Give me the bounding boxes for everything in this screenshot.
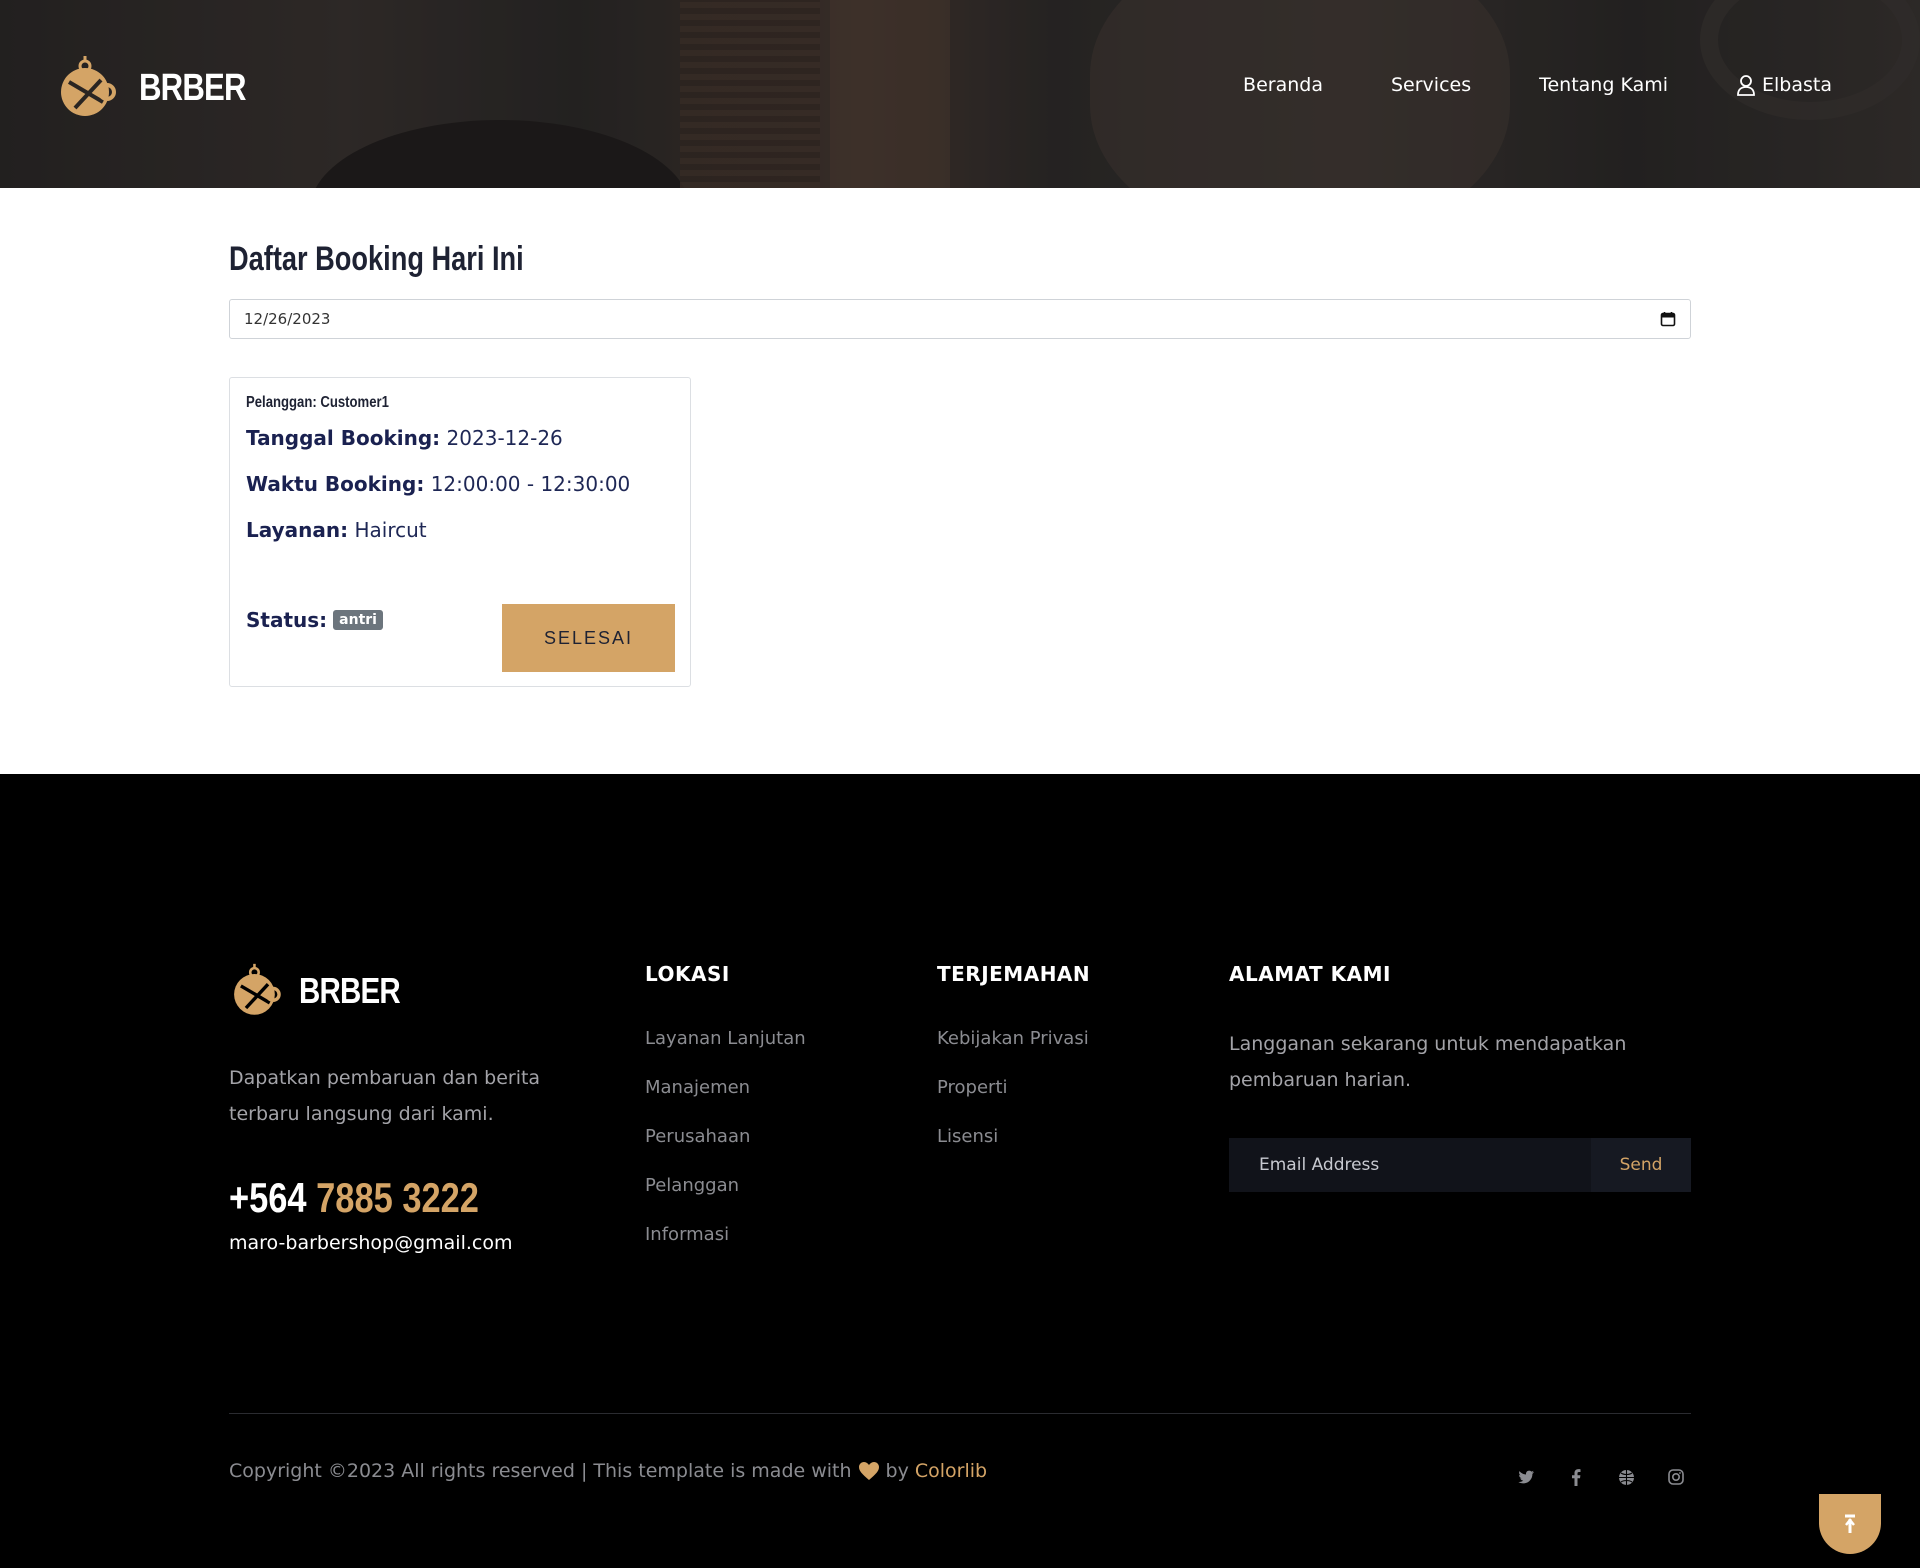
copyright-text: Copyright ©2023 All rights reserved | Th… <box>229 1460 852 1482</box>
booking-card: Pelanggan: Customer1 Tanggal Booking: 20… <box>229 377 691 687</box>
email-input[interactable]: Email Address <box>1229 1138 1591 1192</box>
nav-item-services[interactable]: Services <box>1391 74 1471 96</box>
scroll-to-top-button[interactable] <box>1819 1494 1881 1554</box>
footer-link[interactable]: Informasi <box>645 1224 806 1273</box>
user-name: Elbasta <box>1762 74 1832 96</box>
nav-item-beranda[interactable]: Beranda <box>1243 74 1323 96</box>
booking-section: Daftar Booking Hari Ini 12/26/2023 Pelan… <box>229 240 1691 687</box>
footer-column-title: ALAMAT KAMI <box>1229 962 1391 986</box>
phone-number: 7885 3222 <box>316 1174 479 1221</box>
header-logo[interactable]: BRBER <box>55 52 269 124</box>
phone-prefix: +564 <box>229 1174 307 1221</box>
footer-link[interactable]: Manajemen <box>645 1077 806 1126</box>
colorlib-link[interactable]: Colorlib <box>915 1460 987 1482</box>
booking-service-row: Layanan: Haircut <box>246 518 674 542</box>
hero-header: BRBER Beranda Services Tentang Kami Elba… <box>0 0 1920 188</box>
footer: BRBER Dapatkan pembaruan dan berita terb… <box>0 774 1920 1568</box>
brand-name: BRBER <box>139 66 247 109</box>
footer-column-title: LOKASI <box>645 962 730 986</box>
booking-time-label: Waktu Booking: <box>246 472 425 496</box>
footer-description: Dapatkan pembaruan dan berita terbaru la… <box>229 1067 541 1125</box>
date-value: 12/26/2023 <box>244 310 331 328</box>
subscribe-form: Email Address Send <box>1229 1138 1691 1192</box>
footer-link[interactable]: Properti <box>937 1077 1090 1126</box>
social-links <box>1517 1468 1717 1486</box>
booking-service-value: Haircut <box>354 518 427 542</box>
footer-brand-name: BRBER <box>299 970 401 1011</box>
twitter-icon[interactable] <box>1517 1468 1535 1486</box>
booking-date-label: Tanggal Booking: <box>246 426 441 450</box>
footer-column-alamat: ALAMAT KAMI Langganan sekarang untuk men… <box>1229 962 1691 1192</box>
arrow-up-icon <box>1845 1514 1855 1533</box>
footer-link[interactable]: Perusahaan <box>645 1126 806 1175</box>
calendar-icon[interactable] <box>1660 311 1676 327</box>
instagram-icon[interactable] <box>1667 1468 1685 1486</box>
date-picker-input[interactable]: 12/26/2023 <box>229 299 1691 339</box>
footer-divider <box>229 1413 1691 1414</box>
send-button[interactable]: Send <box>1591 1138 1691 1192</box>
footer-email[interactable]: maro-barbershop@gmail.com <box>229 1232 512 1254</box>
facebook-icon[interactable] <box>1567 1468 1585 1486</box>
booking-status-label: Status: <box>246 608 328 632</box>
footer-column-terjemahan: TERJEMAHAN Kebijakan Privasi Properti Li… <box>937 962 1090 1175</box>
scissors-logo-icon <box>61 56 116 116</box>
scissors-logo-icon <box>234 963 281 1015</box>
booking-date-value: 2023-12-26 <box>446 426 563 450</box>
footer-logo[interactable]: BRBER <box>229 960 422 1022</box>
booking-time-value: 12:00:00 - 12:30:00 <box>430 472 631 496</box>
status-badge: antri <box>333 610 383 630</box>
footer-link[interactable]: Pelanggan <box>645 1175 806 1224</box>
footer-link[interactable]: Lisensi <box>937 1126 1090 1175</box>
footer-column-lokasi: LOKASI Layanan Lanjutan Manajemen Perusa… <box>645 962 806 1273</box>
globe-icon[interactable] <box>1617 1468 1635 1486</box>
user-icon <box>1737 75 1755 96</box>
booking-time-row: Waktu Booking: 12:00:00 - 12:30:00 <box>246 472 674 496</box>
booking-status-row: Status: antri <box>246 608 383 632</box>
copyright: Copyright ©2023 All rights reserved | Th… <box>229 1460 987 1482</box>
nav-item-tentang-kami[interactable]: Tentang Kami <box>1539 74 1668 96</box>
subscribe-text: Langganan sekarang untuk mendapatkan pem… <box>1229 1033 1627 1091</box>
booking-service-label: Layanan: <box>246 518 349 542</box>
customer-name: Pelanggan: Customer1 <box>246 394 389 411</box>
footer-phone[interactable]: +564 7885 3222 <box>229 1174 479 1222</box>
booking-date-row: Tanggal Booking: 2023-12-26 <box>246 426 674 450</box>
footer-link[interactable]: Kebijakan Privasi <box>937 1028 1090 1077</box>
copyright-by: by <box>885 1460 909 1482</box>
nav-item-user[interactable]: Elbasta <box>1736 74 1832 96</box>
selesai-button[interactable]: SELESAI <box>502 604 675 672</box>
footer-column-title: TERJEMAHAN <box>937 962 1091 986</box>
main-nav: Beranda Services Tentang Kami Elbasta <box>1175 74 1832 96</box>
heart-icon <box>858 1462 879 1480</box>
footer-link[interactable]: Layanan Lanjutan <box>645 1028 806 1077</box>
page-title: Daftar Booking Hari Ini <box>229 240 524 278</box>
